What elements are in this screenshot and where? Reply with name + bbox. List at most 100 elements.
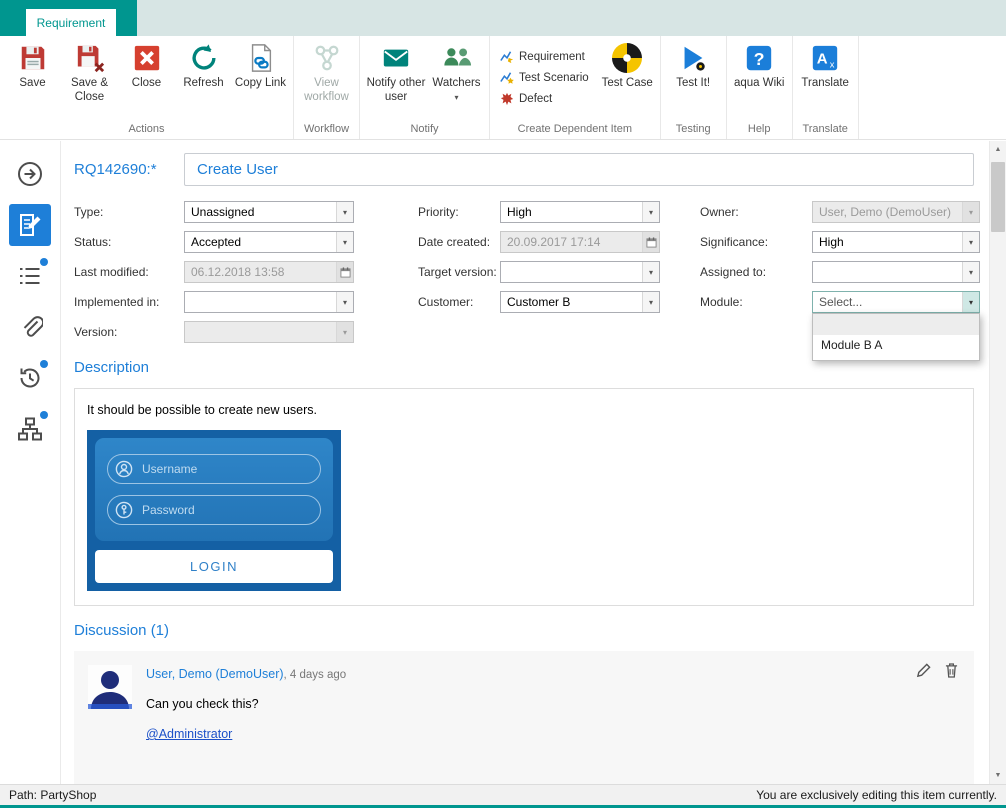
- chevron-down-icon[interactable]: ▾: [962, 232, 979, 252]
- priority-select-value: High: [501, 202, 642, 222]
- watchers-button[interactable]: Watchers ▾: [429, 38, 484, 118]
- chevron-down-icon[interactable]: ▾: [642, 262, 659, 282]
- aqua-wiki-button[interactable]: ? aqua Wiki: [732, 38, 787, 118]
- save-and-close-button[interactable]: Save & Close: [62, 38, 117, 118]
- login-image-password-placeholder: Password: [142, 503, 195, 517]
- save-button[interactable]: Save: [5, 38, 60, 118]
- title-input[interactable]: Create User: [184, 153, 974, 186]
- chevron-down-icon[interactable]: ▾: [642, 292, 659, 312]
- chevron-down-icon[interactable]: ▾: [336, 232, 353, 252]
- owner-select: User, Demo (DemoUser) ▾: [812, 201, 980, 223]
- question-mark-icon: ?: [744, 43, 774, 73]
- comment: User, Demo (DemoUser), 4 days ago Can yo…: [88, 665, 960, 743]
- notification-dot: [40, 258, 48, 266]
- scroll-up-arrow-icon[interactable]: ▲: [990, 141, 1006, 158]
- chevron-down-icon[interactable]: ▾: [336, 292, 353, 312]
- form-grid: Type: Unassigned ▾ Priority: High ▾ Owne…: [74, 201, 974, 343]
- login-form-image-panel: Username Password: [95, 438, 333, 541]
- discussion-panel: User, Demo (DemoUser), 4 days ago Can yo…: [74, 651, 974, 784]
- create-test-case-button[interactable]: Test Case: [600, 38, 655, 118]
- module-select[interactable]: Select... ▾ Module B A: [812, 291, 980, 313]
- significance-label: Significance:: [700, 235, 812, 249]
- copy-link-icon: [246, 43, 276, 73]
- chevron-down-icon[interactable]: ▾: [962, 262, 979, 282]
- login-image-username-placeholder: Username: [142, 462, 197, 476]
- refresh-button[interactable]: Refresh: [176, 38, 231, 118]
- delete-comment-button[interactable]: [945, 663, 958, 678]
- module-option[interactable]: Module B A: [813, 335, 979, 356]
- vertical-scrollbar[interactable]: ▲ ▼: [989, 141, 1006, 784]
- scroll-down-arrow-icon[interactable]: ▼: [990, 767, 1006, 784]
- test-case-wheel-icon: [612, 43, 642, 73]
- ribbon-group-help: ? aqua Wiki Help: [727, 36, 793, 139]
- chevron-down-icon[interactable]: ▾: [962, 292, 979, 312]
- create-requirement-button[interactable]: Requirement: [495, 46, 594, 67]
- target-version-select[interactable]: ▾: [500, 261, 660, 283]
- ribbon-group-actions: Save Save & Close Close: [0, 36, 294, 139]
- titlebar: Requirement: [0, 0, 1006, 36]
- watchers-people-icon: [442, 43, 472, 73]
- scrollbar-thumb[interactable]: [991, 162, 1005, 232]
- create-test-scenario-label: Test Scenario: [519, 72, 589, 84]
- notify-other-user-button[interactable]: Notify other user: [365, 38, 427, 118]
- module-option-empty[interactable]: [813, 314, 979, 335]
- statusbar: Path: PartyShop You are exclusively edit…: [0, 784, 1006, 805]
- ribbon-group-testing-label: Testing: [666, 120, 721, 139]
- create-test-scenario-button[interactable]: Test Scenario: [495, 67, 594, 88]
- title-row: RQ142690:* Create User: [74, 153, 974, 186]
- svg-text:A: A: [817, 51, 828, 68]
- translate-button[interactable]: Ax Translate: [798, 38, 853, 118]
- customer-label: Customer:: [418, 295, 500, 309]
- target-version-value: [501, 262, 642, 282]
- status-select[interactable]: Accepted ▾: [184, 231, 354, 253]
- significance-select-value: High: [813, 232, 962, 252]
- comment-text: Can you check this?: [146, 697, 346, 711]
- ribbon-group-help-label: Help: [732, 120, 787, 139]
- mention-link[interactable]: @Administrator: [146, 727, 232, 741]
- test-it-play-icon: [678, 43, 708, 73]
- sidebar-item-history[interactable]: [9, 357, 51, 399]
- body-area: RQ142690:* Create User Type: Unassigned …: [0, 141, 1006, 784]
- comment-header: User, Demo (DemoUser), 4 days ago: [146, 667, 346, 681]
- significance-select[interactable]: High ▾: [812, 231, 980, 253]
- description-editor[interactable]: It should be possible to create new user…: [74, 388, 974, 606]
- sidebar-item-dependencies[interactable]: [9, 408, 51, 450]
- description-text: It should be possible to create new user…: [87, 403, 961, 417]
- sidebar-item-attachments[interactable]: [9, 306, 51, 348]
- avatar: [88, 665, 132, 709]
- close-button[interactable]: Close: [119, 38, 174, 118]
- calendar-icon: [336, 262, 353, 282]
- sidebar-item-edit[interactable]: [9, 204, 51, 246]
- close-button-label: Close: [132, 77, 161, 91]
- assigned-to-select[interactable]: ▾: [812, 261, 980, 283]
- view-workflow-icon: [312, 43, 342, 73]
- sidebar: [0, 141, 61, 784]
- translate-button-label: Translate: [801, 77, 849, 91]
- ribbon-group-create-dependent-item-label: Create Dependent Item: [495, 120, 655, 139]
- customer-select[interactable]: Customer B ▾: [500, 291, 660, 313]
- sidebar-item-details[interactable]: [9, 255, 51, 297]
- type-label: Type:: [74, 205, 184, 219]
- aqua-requirement-window: Requirement Save Save & Close: [0, 0, 1006, 808]
- create-defect-button[interactable]: Defect: [495, 88, 594, 109]
- type-select-value: Unassigned: [185, 202, 336, 222]
- create-requirement-label: Requirement: [519, 51, 585, 63]
- chevron-down-icon[interactable]: ▾: [336, 202, 353, 222]
- ribbon-group-translate: Ax Translate Translate: [793, 36, 859, 139]
- implemented-in-value: [185, 292, 336, 312]
- attachments-paperclip-icon: [17, 314, 43, 340]
- implemented-in-select[interactable]: ▾: [184, 291, 354, 313]
- sidebar-collapse-button[interactable]: [9, 153, 51, 195]
- history-icon: [17, 365, 43, 391]
- tab-requirement[interactable]: Requirement: [26, 9, 116, 36]
- save-floppy-icon: [18, 43, 48, 73]
- copy-link-button[interactable]: Copy Link: [233, 38, 288, 118]
- calendar-icon: [642, 232, 659, 252]
- chevron-down-icon[interactable]: ▾: [642, 202, 659, 222]
- scrollbar-track[interactable]: [990, 158, 1006, 767]
- type-select[interactable]: Unassigned ▾: [184, 201, 354, 223]
- priority-select[interactable]: High ▾: [500, 201, 660, 223]
- details-list-icon: [17, 263, 43, 289]
- edit-comment-button[interactable]: [916, 663, 931, 678]
- test-it-button[interactable]: Test It!: [666, 38, 721, 118]
